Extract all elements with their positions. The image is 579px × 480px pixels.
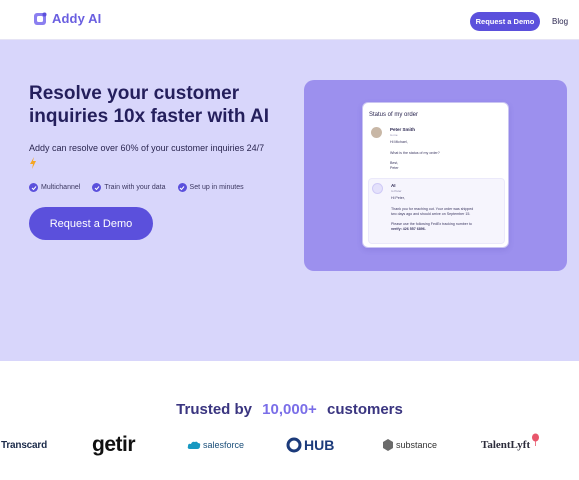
email-subject: Status of my order (369, 112, 419, 118)
feature-item: Train with your data (92, 183, 166, 192)
feature-item: Multichannel (29, 183, 80, 192)
salesforce-cloud-icon (187, 441, 201, 449)
reply-line: two days ago and should arrive on Septem… (391, 212, 471, 216)
reply-line: verify: 426 557 6896. (391, 227, 426, 231)
avatar (371, 127, 382, 138)
hero-title: Resolve your customer inquiries 10x fast… (29, 83, 270, 127)
check-circle-icon (177, 183, 187, 192)
feature-label: Train with your data (104, 184, 166, 191)
brand-name: Addy AI (52, 11, 102, 26)
nav-blog-link[interactable]: Blog (552, 17, 568, 26)
reply-greeting: Hi Peter, (391, 196, 405, 200)
transcard-logo: Transcard (1, 439, 48, 451)
trusted-heading: Trusted by 10,000+ customers (0, 401, 579, 418)
ai-avatar-icon (372, 183, 383, 194)
salesforce-logo: salesforce (187, 430, 244, 460)
trusted-suffix: customers (326, 401, 403, 418)
sender-name: Peter Smith (390, 127, 416, 132)
feature-label: Set up in minutes (189, 184, 244, 191)
email-preview-card: Status of my order Peter Smith to me Hi … (362, 102, 509, 248)
customer-logos: Transcard getir salesforce HUB substance… (0, 430, 579, 460)
recipient-label: to Peter (391, 189, 402, 193)
hub-ring-icon (286, 437, 302, 453)
hero-subtitle-text: Addy can resolve over 60% of your custom… (29, 143, 265, 153)
message-body: What is the status of my order? (390, 151, 440, 155)
trusted-prefix: Trusted by (176, 401, 252, 418)
check-circle-icon (92, 183, 102, 192)
brand-logo[interactable]: Addy AI (33, 11, 101, 26)
feature-label: Multichannel (41, 184, 81, 191)
hub-logo: HUB (286, 430, 334, 460)
ai-reply: AI to Peter Hi Peter, Thank you for reac… (368, 178, 505, 244)
substance-logo: substance (382, 430, 437, 460)
feature-item: Set up in minutes (177, 183, 244, 192)
hero-request-demo-button[interactable]: Request a Demo (29, 207, 153, 240)
talentlyft-logo: TalentLyft (481, 430, 540, 460)
customer-message: Peter Smith to me Hi Michael, What is th… (368, 123, 505, 174)
site-header: Addy AI Request a Demo Blog (0, 0, 579, 40)
getir-logo: getir (92, 433, 136, 456)
message-greeting: Hi Michael, (390, 140, 408, 144)
hero-subtitle: Addy can resolve over 60% of your custom… (29, 142, 291, 169)
balloon-icon (532, 433, 540, 446)
check-circle-icon (29, 183, 38, 192)
recipient-label: to me (390, 133, 398, 137)
sender-name: AI (391, 183, 396, 188)
feature-list: Multichannel Train with your data Set up… (29, 183, 244, 192)
customer-count: 10,000+ (262, 401, 317, 418)
substance-hex-icon (383, 439, 393, 451)
header-request-demo-button[interactable]: Request a Demo (470, 12, 540, 31)
addy-logo-icon (33, 12, 47, 26)
message-signature: Peter (390, 166, 399, 170)
lightning-icon (30, 157, 36, 169)
